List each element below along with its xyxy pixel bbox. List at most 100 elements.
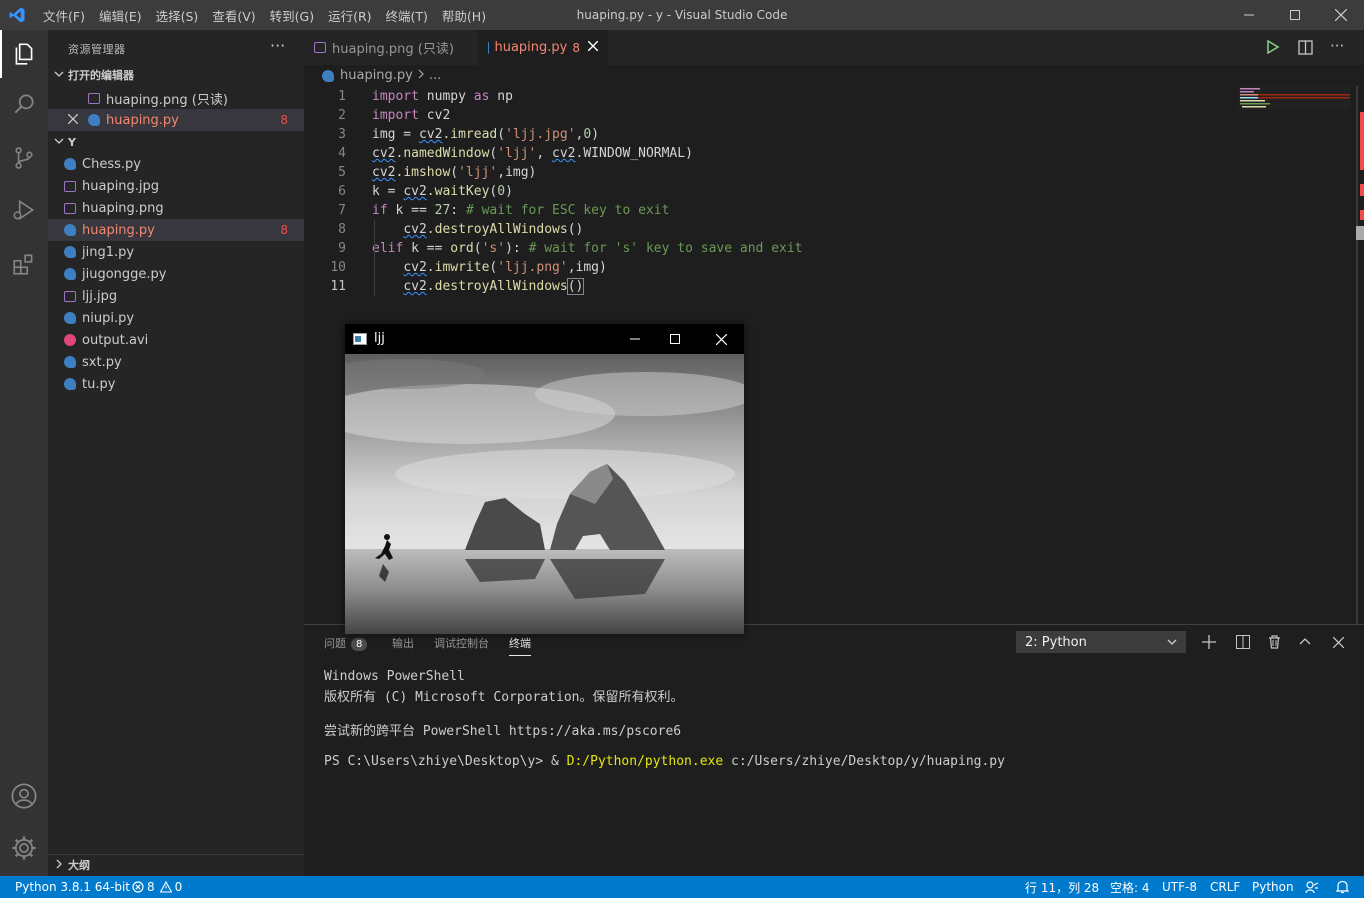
- menu-view[interactable]: 查看(V): [205, 6, 262, 25]
- tab-terminal[interactable]: 终端: [509, 635, 531, 656]
- image-file-icon: [64, 290, 76, 302]
- maximize-button[interactable]: [1272, 0, 1318, 30]
- popup-minimize-button[interactable]: [615, 324, 655, 354]
- new-terminal-button[interactable]: [1200, 633, 1218, 651]
- bottom-panel: 问题 8 输出 调试控制台 终端 2: Python Windows PowerS…: [304, 624, 1364, 877]
- folder-header[interactable]: Y: [48, 131, 304, 153]
- terminal-command-line[interactable]: PS C:\Users\zhiye\Desktop\y> & D:/Python…: [324, 754, 1005, 769]
- file-item[interactable]: huaping.png: [48, 197, 304, 219]
- minimap[interactable]: [1238, 86, 1350, 110]
- kill-terminal-button[interactable]: [1265, 633, 1283, 651]
- notifications-button[interactable]: [1336, 876, 1349, 898]
- menu-terminal[interactable]: 终端(T): [379, 6, 435, 25]
- search-button[interactable]: [0, 80, 48, 128]
- line-number: 7: [338, 203, 346, 218]
- file-item-selected[interactable]: huaping.py 8: [48, 219, 304, 241]
- feedback-button[interactable]: [1305, 876, 1319, 898]
- menu-help[interactable]: 帮助(H): [435, 6, 493, 25]
- code-editor[interactable]: 1 2 3 4 5 6 7 8 9 10 11 import numpy as …: [304, 86, 1364, 316]
- close-panel-button[interactable]: [1329, 633, 1347, 651]
- menu-go[interactable]: 转到(G): [263, 6, 321, 25]
- extensions-button[interactable]: [0, 240, 48, 288]
- file-label: jiugongge.py: [82, 266, 167, 282]
- outline-label: 大纲: [68, 859, 90, 872]
- file-label: ljj.jpg: [82, 288, 118, 304]
- open-editor-item[interactable]: huaping.png (只读): [48, 87, 304, 109]
- popup-maximize-button[interactable]: [655, 324, 695, 354]
- split-terminal-button[interactable]: [1234, 633, 1252, 651]
- tab-huaping-png[interactable]: huaping.png (只读): [304, 30, 469, 65]
- run-debug-button[interactable]: [0, 186, 48, 234]
- language-mode[interactable]: Python: [1252, 876, 1294, 898]
- terminal-prompt: PS C:\Users\zhiye\Desktop\y> &: [324, 754, 567, 769]
- manage-button[interactable]: [0, 824, 48, 872]
- code-line: cv2.imwrite('ljj.png',img): [403, 260, 607, 275]
- problems-status[interactable]: 8 0: [132, 876, 182, 898]
- terminal-line: 尝试新的跨平台 PowerShell https://aka.ms/pscore…: [324, 724, 682, 739]
- menu-selection[interactable]: 选择(S): [149, 6, 206, 25]
- close-tab-icon[interactable]: [587, 40, 599, 55]
- tab-output[interactable]: 输出: [392, 635, 414, 651]
- overview-ruler[interactable]: [1356, 86, 1364, 626]
- encoding[interactable]: UTF-8: [1162, 876, 1197, 898]
- split-icon: [1236, 635, 1250, 649]
- run-python-file-button[interactable]: [1266, 39, 1280, 58]
- gear-icon: [12, 836, 36, 860]
- file-item[interactable]: ljj.jpg: [48, 285, 304, 307]
- tab-problems[interactable]: 问题 8: [324, 635, 368, 651]
- code-line: import cv2: [372, 108, 451, 123]
- opencv-window-titlebar[interactable]: ljj: [345, 324, 744, 354]
- python-interpreter[interactable]: Python 3.8.1 64-bit: [15, 876, 130, 898]
- file-item[interactable]: niupi.py: [48, 307, 304, 329]
- image-file-icon: [88, 92, 100, 104]
- menu-file[interactable]: 文件(F): [36, 6, 92, 25]
- file-item[interactable]: sxt.py: [48, 351, 304, 373]
- tab-debug-console[interactable]: 调试控制台: [434, 635, 489, 651]
- open-editors-header[interactable]: 打开的编辑器: [48, 64, 304, 86]
- split-editor-icon: [1298, 40, 1313, 55]
- line-number: 4: [338, 146, 346, 161]
- more-actions-icon[interactable]: ···: [1330, 37, 1344, 55]
- split-editor-button[interactable]: [1298, 40, 1313, 59]
- close-window-button[interactable]: [1318, 0, 1364, 30]
- indentation[interactable]: 空格: 4: [1110, 876, 1150, 898]
- opencv-image-window[interactable]: ljj: [345, 324, 744, 634]
- warning-count: 0: [174, 880, 183, 894]
- open-editor-item-active[interactable]: huaping.py 8: [48, 109, 304, 131]
- code-line: cv2.imshow('ljj',img): [372, 165, 537, 180]
- file-label: niupi.py: [82, 310, 135, 326]
- file-item[interactable]: jing1.py: [48, 241, 304, 263]
- python-file-icon: [64, 268, 76, 280]
- tab-huaping-py[interactable]: huaping.py 8: [478, 30, 608, 65]
- minimize-button[interactable]: [1226, 0, 1272, 30]
- file-item[interactable]: tu.py: [48, 373, 304, 395]
- maximize-panel-button[interactable]: [1296, 633, 1314, 651]
- explorer-button[interactable]: [0, 30, 48, 78]
- line-ending[interactable]: CRLF: [1210, 876, 1240, 898]
- source-control-button[interactable]: [0, 134, 48, 182]
- breadcrumb-symbol[interactable]: ...: [429, 68, 441, 83]
- menu-edit[interactable]: 编辑(E): [92, 6, 149, 25]
- popup-close-button[interactable]: [699, 324, 743, 354]
- sidebar-title: 资源管理器: [68, 43, 126, 56]
- file-item[interactable]: output.avi: [48, 329, 304, 351]
- opencv-window-title: ljj: [374, 331, 385, 346]
- menu-run[interactable]: 运行(R): [321, 6, 378, 25]
- close-editor-icon[interactable]: [67, 113, 82, 128]
- file-label: output.avi: [82, 332, 149, 348]
- more-actions-icon[interactable]: ···: [270, 36, 285, 55]
- terminal-line: Windows PowerShell: [324, 669, 465, 684]
- breadcrumb-file[interactable]: huaping.py: [340, 68, 413, 83]
- accounts-button[interactable]: [0, 772, 48, 820]
- terminal-select[interactable]: 2: Python: [1016, 631, 1186, 653]
- outline-header[interactable]: 大纲: [48, 854, 304, 876]
- close-icon: [1332, 636, 1344, 648]
- explorer-sidebar: 资源管理器 ··· 打开的编辑器 huaping.png (只读) huapin…: [48, 30, 304, 876]
- file-item[interactable]: Chess.py: [48, 153, 304, 175]
- file-item[interactable]: huaping.jpg: [48, 175, 304, 197]
- cursor-position[interactable]: 行 11，列 28: [1025, 876, 1099, 898]
- tab-label: huaping.png (只读): [332, 42, 454, 57]
- file-item[interactable]: jiugongge.py: [48, 263, 304, 285]
- code-line: elif k == ord('s'): # wait for 's' key t…: [372, 241, 803, 256]
- account-icon: [11, 783, 37, 809]
